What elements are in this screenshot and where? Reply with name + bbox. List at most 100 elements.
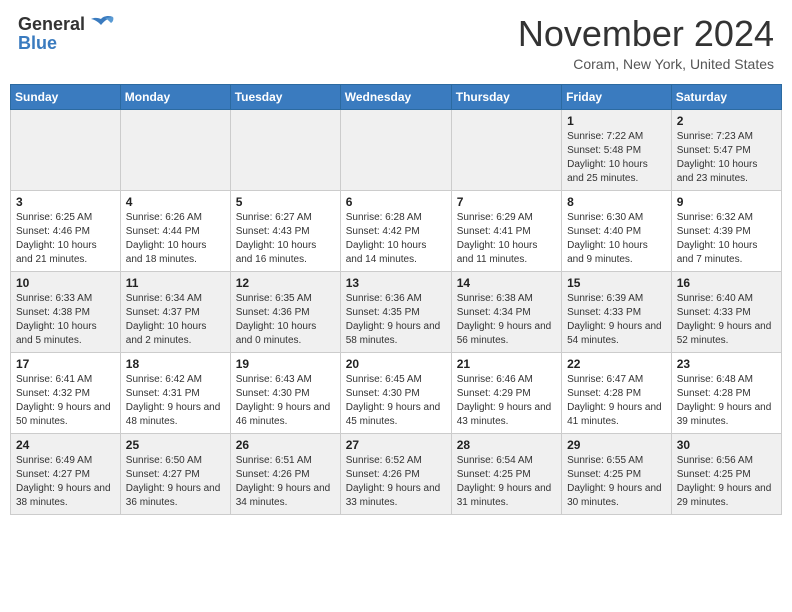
weekday-header-saturday: Saturday <box>671 84 781 109</box>
calendar-cell: 18 Sunrise: 6:42 AM Sunset: 4:31 PM Dayli… <box>120 352 230 433</box>
weekday-header-monday: Monday <box>120 84 230 109</box>
day-info: Sunrise: 6:41 AM Sunset: 4:32 PM Dayligh… <box>16 373 115 429</box>
day-number: 16 <box>677 276 776 290</box>
calendar-cell: 4 Sunrise: 6:26 AM Sunset: 4:44 PM Daylig… <box>120 190 230 271</box>
calendar-cell: 16 Sunrise: 6:40 AM Sunset: 4:33 PM Dayli… <box>671 271 781 352</box>
day-number: 22 <box>567 357 666 371</box>
day-number: 1 <box>567 114 666 128</box>
calendar-cell: 30 Sunrise: 6:56 AM Sunset: 4:25 PM Dayli… <box>671 433 781 514</box>
calendar-cell: 27 Sunrise: 6:52 AM Sunset: 4:26 PM Dayli… <box>340 433 451 514</box>
calendar-cell: 26 Sunrise: 6:51 AM Sunset: 4:26 PM Dayli… <box>230 433 340 514</box>
day-info: Sunrise: 6:55 AM Sunset: 4:25 PM Dayligh… <box>567 454 666 510</box>
logo-bird-icon <box>87 15 115 35</box>
day-info: Sunrise: 6:29 AM Sunset: 4:41 PM Dayligh… <box>457 211 556 267</box>
calendar-week-1: 1 Sunrise: 7:22 AM Sunset: 5:48 PM Daylig… <box>11 109 782 190</box>
day-number: 3 <box>16 195 115 209</box>
weekday-header-tuesday: Tuesday <box>230 84 340 109</box>
day-number: 20 <box>346 357 446 371</box>
day-info: Sunrise: 6:32 AM Sunset: 4:39 PM Dayligh… <box>677 211 776 267</box>
day-number: 26 <box>236 438 335 452</box>
day-number: 9 <box>677 195 776 209</box>
day-info: Sunrise: 6:48 AM Sunset: 4:28 PM Dayligh… <box>677 373 776 429</box>
day-info: Sunrise: 6:25 AM Sunset: 4:46 PM Dayligh… <box>16 211 115 267</box>
calendar-cell: 9 Sunrise: 6:32 AM Sunset: 4:39 PM Daylig… <box>671 190 781 271</box>
day-number: 8 <box>567 195 666 209</box>
day-number: 25 <box>126 438 225 452</box>
day-info: Sunrise: 6:47 AM Sunset: 4:28 PM Dayligh… <box>567 373 666 429</box>
day-number: 13 <box>346 276 446 290</box>
day-number: 23 <box>677 357 776 371</box>
logo: General Blue <box>18 14 115 54</box>
calendar-cell: 13 Sunrise: 6:36 AM Sunset: 4:35 PM Dayli… <box>340 271 451 352</box>
day-info: Sunrise: 6:46 AM Sunset: 4:29 PM Dayligh… <box>457 373 556 429</box>
weekday-header-wednesday: Wednesday <box>340 84 451 109</box>
calendar-cell: 23 Sunrise: 6:48 AM Sunset: 4:28 PM Dayli… <box>671 352 781 433</box>
day-number: 28 <box>457 438 556 452</box>
day-number: 15 <box>567 276 666 290</box>
day-info: Sunrise: 7:23 AM Sunset: 5:47 PM Dayligh… <box>677 130 776 186</box>
month-title: November 2024 <box>518 14 774 54</box>
day-number: 21 <box>457 357 556 371</box>
calendar-cell: 6Sunrise: 6:28 AM Sunset: 4:42 PM Daylig… <box>340 190 451 271</box>
day-number: 30 <box>677 438 776 452</box>
day-info: Sunrise: 6:45 AM Sunset: 4:30 PM Dayligh… <box>346 373 446 429</box>
day-number: 19 <box>236 357 335 371</box>
calendar-cell: 20 Sunrise: 6:45 AM Sunset: 4:30 PM Dayli… <box>340 352 451 433</box>
calendar-cell: 15Sunrise: 6:39 AM Sunset: 4:33 PM Dayli… <box>562 271 672 352</box>
day-info: Sunrise: 6:52 AM Sunset: 4:26 PM Dayligh… <box>346 454 446 510</box>
calendar-cell: 2 Sunrise: 7:23 AM Sunset: 5:47 PM Daylig… <box>671 109 781 190</box>
day-info: Sunrise: 6:26 AM Sunset: 4:44 PM Dayligh… <box>126 211 225 267</box>
day-info: Sunrise: 6:54 AM Sunset: 4:25 PM Dayligh… <box>457 454 556 510</box>
day-info: Sunrise: 6:40 AM Sunset: 4:33 PM Dayligh… <box>677 292 776 348</box>
day-info: Sunrise: 6:36 AM Sunset: 4:35 PM Dayligh… <box>346 292 446 348</box>
day-info: Sunrise: 6:49 AM Sunset: 4:27 PM Dayligh… <box>16 454 115 510</box>
logo-blue: Blue <box>18 33 57 54</box>
day-number: 11 <box>126 276 225 290</box>
day-number: 2 <box>677 114 776 128</box>
calendar-cell <box>230 109 340 190</box>
calendar-cell: 22 Sunrise: 6:47 AM Sunset: 4:28 PM Dayli… <box>562 352 672 433</box>
day-number: 24 <box>16 438 115 452</box>
weekday-header-thursday: Thursday <box>451 84 561 109</box>
calendar-cell: 21 Sunrise: 6:46 AM Sunset: 4:29 PM Dayli… <box>451 352 561 433</box>
day-info: Sunrise: 6:30 AM Sunset: 4:40 PM Dayligh… <box>567 211 666 267</box>
day-info: Sunrise: 6:38 AM Sunset: 4:34 PM Dayligh… <box>457 292 556 348</box>
calendar-cell: 29Sunrise: 6:55 AM Sunset: 4:25 PM Dayli… <box>562 433 672 514</box>
calendar-table: SundayMondayTuesdayWednesdayThursdayFrid… <box>10 84 782 515</box>
day-number: 18 <box>126 357 225 371</box>
calendar-cell: 10 Sunrise: 6:33 AM Sunset: 4:38 PM Dayli… <box>11 271 121 352</box>
page-header: General Blue November 2024 Coram, New Yo… <box>10 10 782 76</box>
day-number: 27 <box>346 438 446 452</box>
calendar-cell: 12 Sunrise: 6:35 AM Sunset: 4:36 PM Dayli… <box>230 271 340 352</box>
day-info: Sunrise: 6:35 AM Sunset: 4:36 PM Dayligh… <box>236 292 335 348</box>
calendar-cell: 28 Sunrise: 6:54 AM Sunset: 4:25 PM Dayli… <box>451 433 561 514</box>
day-number: 14 <box>457 276 556 290</box>
day-info: Sunrise: 6:51 AM Sunset: 4:26 PM Dayligh… <box>236 454 335 510</box>
calendar-cell <box>120 109 230 190</box>
calendar-cell: 24 Sunrise: 6:49 AM Sunset: 4:27 PM Dayli… <box>11 433 121 514</box>
day-info: Sunrise: 6:33 AM Sunset: 4:38 PM Dayligh… <box>16 292 115 348</box>
calendar-cell: 8 Sunrise: 6:30 AM Sunset: 4:40 PM Daylig… <box>562 190 672 271</box>
day-info: Sunrise: 6:56 AM Sunset: 4:25 PM Dayligh… <box>677 454 776 510</box>
calendar-cell <box>11 109 121 190</box>
day-number: 4 <box>126 195 225 209</box>
day-info: Sunrise: 6:34 AM Sunset: 4:37 PM Dayligh… <box>126 292 225 348</box>
logo-general: General <box>18 14 85 35</box>
day-info: Sunrise: 7:22 AM Sunset: 5:48 PM Dayligh… <box>567 130 666 186</box>
weekday-header-sunday: Sunday <box>11 84 121 109</box>
day-number: 7 <box>457 195 556 209</box>
day-number: 12 <box>236 276 335 290</box>
calendar-cell: 1 Sunrise: 7:22 AM Sunset: 5:48 PM Daylig… <box>562 109 672 190</box>
day-info: Sunrise: 6:42 AM Sunset: 4:31 PM Dayligh… <box>126 373 225 429</box>
day-info: Sunrise: 6:43 AM Sunset: 4:30 PM Dayligh… <box>236 373 335 429</box>
day-number: 10 <box>16 276 115 290</box>
day-number: 17 <box>16 357 115 371</box>
calendar-cell: 11 Sunrise: 6:34 AM Sunset: 4:37 PM Dayli… <box>120 271 230 352</box>
calendar-week-4: 17 Sunrise: 6:41 AM Sunset: 4:32 PM Dayli… <box>11 352 782 433</box>
location: Coram, New York, United States <box>518 56 774 72</box>
calendar-cell: 7 Sunrise: 6:29 AM Sunset: 4:41 PM Daylig… <box>451 190 561 271</box>
calendar-cell: 17 Sunrise: 6:41 AM Sunset: 4:32 PM Dayli… <box>11 352 121 433</box>
day-info: Sunrise: 6:27 AM Sunset: 4:43 PM Dayligh… <box>236 211 335 267</box>
weekday-header-friday: Friday <box>562 84 672 109</box>
calendar-cell <box>451 109 561 190</box>
